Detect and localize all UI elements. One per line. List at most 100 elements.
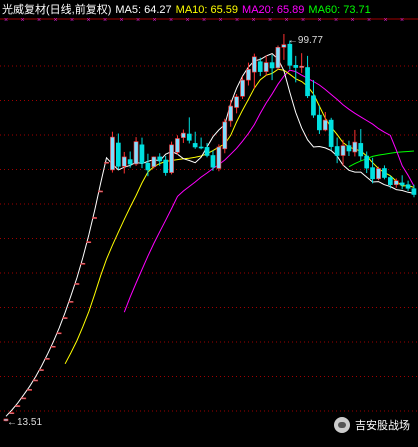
candle-body [139,144,145,164]
candle-body [246,69,251,81]
watermark-text: 吉安股战场 [355,420,410,432]
candle-body [21,397,27,400]
marker-x: × [53,17,57,24]
candle-body [110,136,115,171]
candle-body [322,119,328,131]
candle-body [287,43,293,66]
candle-body [175,138,180,153]
candle-body [263,62,269,72]
candle-body [86,241,92,243]
candle-body [104,162,109,164]
marker-x: × [20,17,24,24]
candle-body [387,177,393,185]
candle-body [27,389,33,391]
candle-body [358,143,364,157]
candle-body [133,141,139,165]
marker-x: × [400,17,404,24]
candle-body [210,155,216,168]
candle-body [240,79,245,97]
candle-body [204,147,210,156]
low-price-label: ←13.51 [7,417,42,428]
candle-body [269,62,275,69]
candle-body [92,217,97,219]
candle-body [352,141,358,153]
candle-body [169,144,174,173]
watermark: 吉安股战场 [334,417,410,433]
candle-body [411,188,417,195]
candle-body [376,168,381,180]
candle-body [145,162,151,171]
marker-x: × [317,17,321,24]
marker-x: × [152,17,156,24]
marker-x: × [268,17,272,24]
candle-body [198,146,204,149]
candle-body [127,159,133,165]
candle-body [62,317,68,319]
candle-body [399,182,405,186]
candle-body [316,114,322,131]
candle-body [228,105,234,122]
wechat-icon [334,417,350,433]
candle-body [181,132,186,138]
candle-body [192,143,198,148]
marker-x: × [367,17,371,24]
candle-body [364,155,370,169]
marker-x: × [383,17,387,24]
candle-body [281,44,287,48]
candle-body [116,142,121,167]
candle-body [393,180,399,185]
ma20-line [123,69,415,313]
marker-x: × [334,17,338,24]
marker-x: × [218,17,222,24]
ma10-line [64,68,415,365]
marker-x: × [37,17,41,24]
marker-x: × [86,17,90,24]
candle-body [157,156,163,162]
candle-body [405,184,411,189]
candle-body [9,412,15,415]
marker-x: × [284,17,288,24]
candle-body [56,332,62,335]
candle-body [305,67,310,97]
candle-body [68,301,74,303]
candle-body [293,65,299,68]
candle-body [257,61,263,72]
candle-body [382,168,387,178]
candle-body [340,145,346,156]
marker-x: × [251,17,255,24]
candle-body [216,146,222,169]
marker-x: × [235,17,239,24]
marker-x: × [350,17,354,24]
marker-x: × [169,17,173,24]
marker-x: × [70,17,74,24]
marker-x: × [202,17,206,24]
candle-body [334,146,340,156]
candle-body [186,133,192,141]
candle-body [252,56,257,73]
marker-x: × [4,17,8,24]
candlestick-chart: × × × × × × × × × × × × × × × × × × × × × × × × × ←99.77 ←13.51 [0,17,418,428]
candle-body [299,65,305,68]
ma5-line [5,53,415,417]
high-price-label: ←99.77 [288,35,323,46]
candle-body [80,262,86,265]
candle-body [74,283,80,285]
candle-body [15,405,21,407]
marker-x: × [136,17,140,24]
candle-body [328,119,334,147]
candle-body [98,190,103,193]
marker-x: × [301,17,305,24]
candle-body [346,145,352,152]
candle-body [163,159,169,173]
candle-body [39,369,44,371]
marker-x: × [119,17,123,24]
candle-body [311,95,316,116]
candle-body [33,379,38,382]
marker-x: × [103,17,107,24]
candle-body [370,167,375,180]
candle-body [151,156,157,168]
candle-body [121,156,127,167]
marker-x: × [185,17,189,24]
candle-body [50,345,56,348]
candle-body [234,96,239,108]
